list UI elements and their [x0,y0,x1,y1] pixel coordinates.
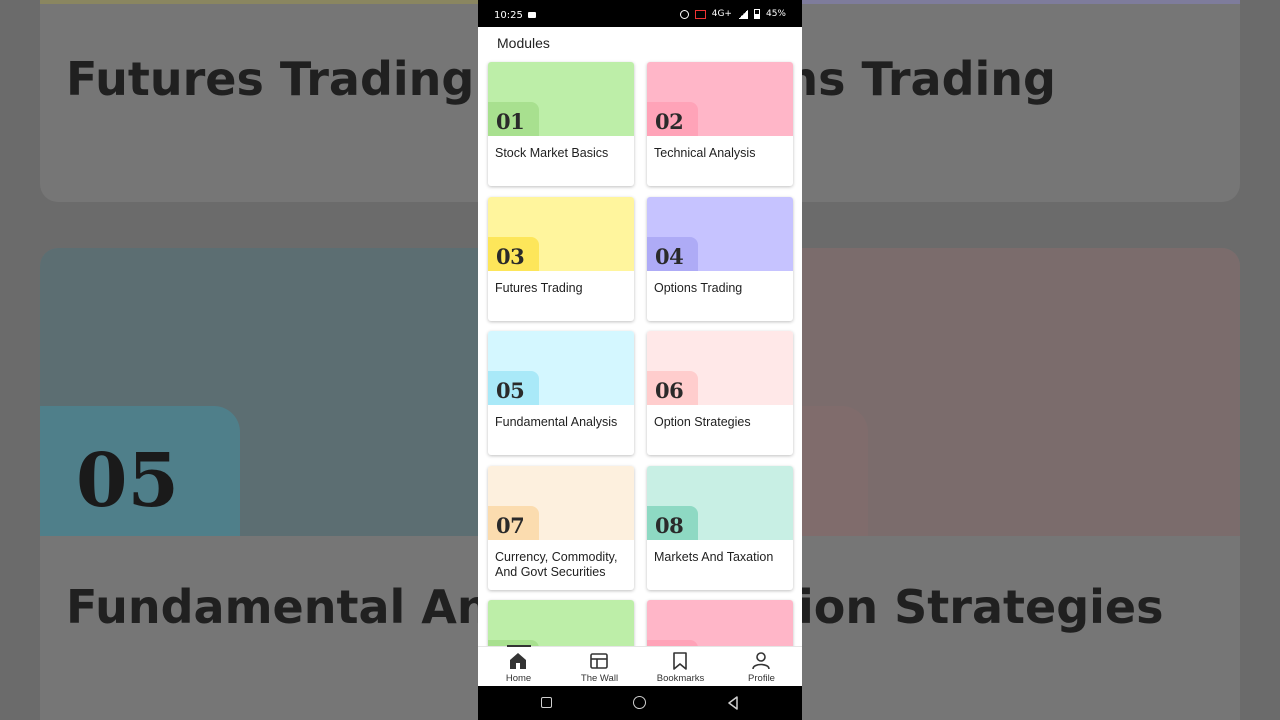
alarm-icon [679,9,689,19]
nav-profile-label: Profile [748,673,775,684]
module-card-banner: 03 [488,196,634,271]
module-card-banner: 06 [647,331,793,405]
page-title: Modules [497,35,550,51]
module-number: 05 [496,378,525,403]
module-title: Futures Trading [495,280,583,295]
module-title: Option Strategies [654,415,751,429]
module-number-tab: 04 [647,236,698,271]
module-title: Stock Market Basics [495,146,609,160]
battery-icon [753,9,760,19]
module-title: Technical Analysis [654,146,756,160]
bottom-nav: Home The Wall Bookmarks Profile [478,645,802,687]
module-number-tab: 03 [488,236,539,271]
module-card-banner: 02 [647,62,793,136]
nav-the-wall[interactable]: The Wall [559,647,640,687]
bg-number-05: 05 [76,438,179,524]
nav-home-label: Home [505,673,532,684]
module-number: 01 [496,109,525,134]
module-card[interactable]: 03 Futures Trading [488,196,634,321]
module-card[interactable]: 07 Currency, Commodity, And Govt Securiti… [488,465,634,590]
bg-title-strategies: Option Strategies [740,580,1164,634]
camera-icon [528,12,536,18]
module-card[interactable]: 08 Markets And Taxation [647,465,793,590]
home-icon [510,653,526,669]
nav-bookmarks[interactable]: Bookmarks [640,647,721,687]
module-number: 04 [655,243,684,269]
module-number: 08 [655,512,684,538]
back-button[interactable] [727,696,739,710]
nav-home[interactable]: Home [478,647,559,687]
status-time: 10:25 [494,10,523,21]
profile-icon [752,652,770,670]
module-title: Fundamental Analysis [495,415,618,429]
home-button[interactable] [633,696,646,709]
nav-bookmarks-label: Bookmarks [656,673,705,684]
bg-title-futures: Futures Trading [66,52,475,106]
nav-profile[interactable]: Profile [721,647,802,687]
module-title: Markets And Taxation [654,549,774,564]
module-card[interactable]: 05 Fundamental Analysis [488,331,634,455]
module-number: 02 [655,109,684,134]
module-card-banner: 05 [488,331,634,405]
recents-button[interactable] [541,697,552,708]
wall-icon [590,653,608,669]
bookmark-icon [673,652,687,670]
module-number-tab: 06 [647,371,698,405]
module-card[interactable]: 02 Technical Analysis [647,62,793,186]
module-number-tab: 07 [488,505,539,540]
module-number: 07 [496,512,525,538]
module-number-tab: 02 [647,102,698,136]
module-card[interactable]: 06 Option Strategies [647,331,793,455]
module-title: Options Trading [654,280,743,295]
module-card[interactable]: 01 Stock Market Basics [488,62,634,186]
battery-percent: 45% [765,9,786,19]
bg-card-options: Options Trading [740,0,1240,202]
module-number-tab: 01 [488,102,539,136]
cast-icon [694,9,706,19]
module-card-banner: 01 [488,62,634,136]
signal-icon [737,9,748,19]
module-number-tab: 05 [488,371,539,405]
module-card-banner: 08 [647,465,793,540]
module-number-tab: 08 [647,505,698,540]
module-number: 03 [496,243,525,269]
module-card-banner: 07 [488,465,634,540]
phone-screen: 10:25 4G+ 45% Modules 01 Stock Market Bas… [478,0,802,720]
module-card-banner: 04 [647,196,793,271]
nav-the-wall-label: The Wall [580,673,619,684]
system-nav-bar [478,686,802,720]
status-bar: 10:25 4G+ 45% [478,0,802,27]
module-title: Currency, Commodity, And Govt Securities [495,549,618,579]
module-number: 06 [655,378,684,403]
network-label: 4G+ [711,9,732,19]
bg-card-strategies: Option Strategies [740,248,1240,720]
module-card[interactable]: 04 Options Trading [647,196,793,321]
